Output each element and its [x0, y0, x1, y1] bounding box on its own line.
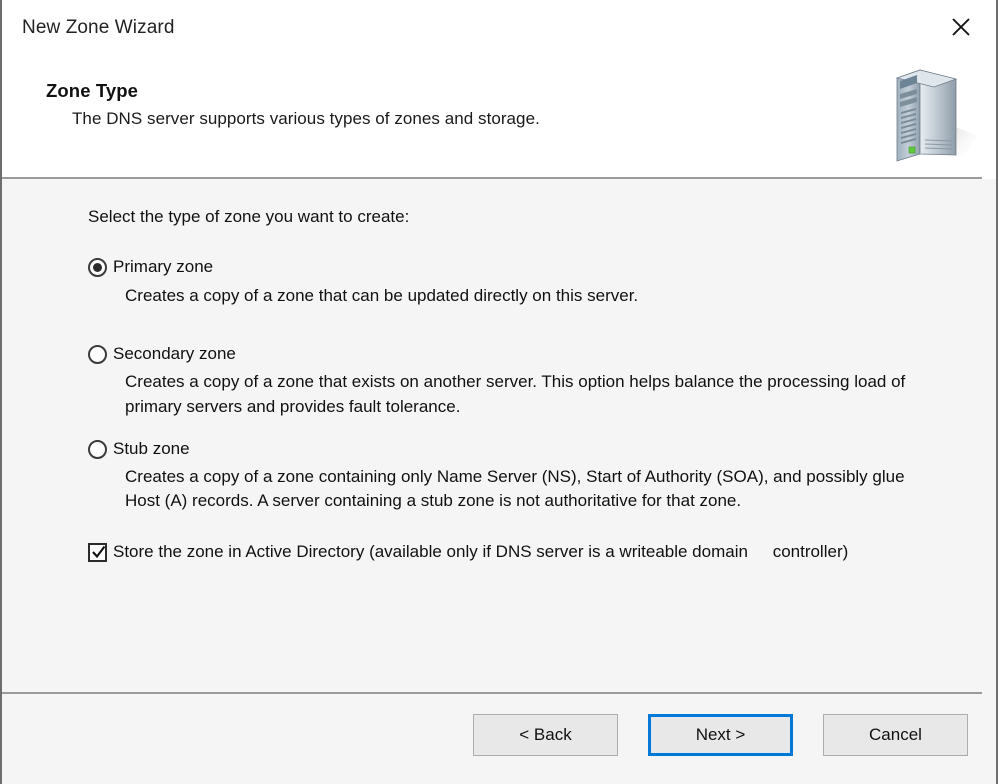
- new-zone-wizard-dialog: New Zone Wizard Zone Type The DNS server…: [0, 0, 998, 784]
- checkbox-store-zone-label: Store the zone in Active Directory (avai…: [113, 540, 848, 564]
- title-bar: New Zone Wizard: [2, 0, 996, 56]
- cancel-button[interactable]: Cancel: [823, 714, 968, 756]
- checkbox-checked-icon: [88, 543, 107, 562]
- server-tower-icon: [884, 62, 980, 166]
- radio-primary-zone-label: Primary zone: [113, 255, 213, 280]
- spacer: [88, 427, 956, 437]
- back-button[interactable]: < Back: [473, 714, 618, 756]
- zone-option-secondary: Secondary zone Creates a copy of a zone …: [88, 342, 956, 419]
- footer-divider: [2, 692, 982, 694]
- dialog-footer: < Back Next > Cancel: [2, 692, 996, 784]
- header-text-block: Zone Type The DNS server supports variou…: [46, 80, 540, 129]
- next-button[interactable]: Next >: [648, 714, 793, 756]
- dialog-header: New Zone Wizard Zone Type The DNS server…: [2, 0, 996, 179]
- checkbox-label-line1: Store the zone in Active Directory (avai…: [113, 542, 748, 561]
- zone-option-stub: Stub zone Creates a copy of a zone conta…: [88, 437, 956, 514]
- radio-secondary-zone-description: Creates a copy of a zone that exists on …: [125, 370, 925, 418]
- close-button[interactable]: [938, 6, 984, 48]
- radio-secondary-zone[interactable]: Secondary zone: [88, 342, 956, 367]
- radio-button-icon-unselected: [88, 345, 107, 364]
- checkbox-store-zone-in-active-directory[interactable]: Store the zone in Active Directory (avai…: [88, 540, 956, 564]
- radio-stub-zone-label: Stub zone: [113, 437, 190, 462]
- radio-primary-zone-description: Creates a copy of a zone that can be upd…: [125, 284, 925, 308]
- radio-stub-zone-description: Creates a copy of a zone containing only…: [125, 465, 925, 513]
- page-subtitle: The DNS server supports various types of…: [72, 109, 540, 129]
- page-title: Zone Type: [46, 80, 540, 102]
- form-instruction: Select the type of zone you want to crea…: [88, 207, 956, 227]
- window-title: New Zone Wizard: [22, 17, 175, 39]
- radio-secondary-zone-label: Secondary zone: [113, 342, 236, 367]
- zone-type-form: Select the type of zone you want to crea…: [88, 207, 956, 564]
- checkbox-label-line2: controller): [773, 540, 849, 564]
- radio-stub-zone[interactable]: Stub zone: [88, 437, 956, 462]
- footer-button-group: < Back Next > Cancel: [473, 714, 968, 756]
- close-icon: [948, 14, 974, 40]
- spacer: [88, 316, 956, 342]
- radio-primary-zone[interactable]: Primary zone: [88, 255, 956, 280]
- radio-button-icon-selected: [88, 258, 107, 277]
- dialog-body: Select the type of zone you want to crea…: [2, 179, 996, 692]
- zone-option-primary: Primary zone Creates a copy of a zone th…: [88, 255, 956, 308]
- radio-button-icon-unselected: [88, 440, 107, 459]
